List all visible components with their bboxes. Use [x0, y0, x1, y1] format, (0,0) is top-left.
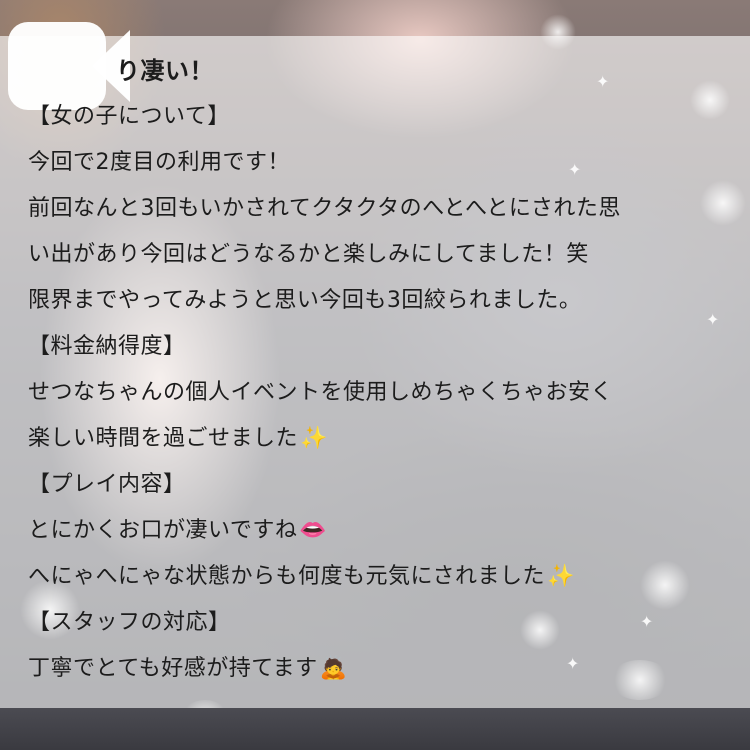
photo-post-screen: ✦ ✦ ✦ ✦ ✦ り凄い！ 【女の子について】 今回で2度目の利用です！ 前回… — [0, 0, 750, 750]
review-line-text: 楽しい時間を過ごせました — [28, 426, 299, 451]
section-heading-play: 【プレイ内容】 — [28, 472, 186, 497]
review-line-with-emoji: へにゃへにゃな状態からも何度も元気にされました✨ — [28, 560, 575, 594]
review-line-with-emoji: とにかくお口が凄いですね👄 — [28, 514, 327, 548]
review-line: 今回で2度目の利用です！ — [28, 150, 290, 175]
review-line: せつなちゃんの個人イベントを使用しめちゃくちゃお安く — [28, 380, 614, 405]
review-line: い出があり今回はどうなるかと楽しみにしてました！笑 — [28, 242, 589, 267]
review-line-with-emoji: 丁寧でとても好感が持てます🙇 — [28, 652, 348, 686]
section-heading-girl: 【女の子について】 — [28, 104, 230, 129]
review-line: 前回なんと3回もいかされてクタクタのへとへとにされた思 — [28, 196, 621, 221]
review-line-with-emoji: 楽しい時間を過ごせました✨ — [28, 422, 328, 456]
review-line-text: 丁寧でとても好感が持てます — [28, 656, 318, 681]
review-line-text: とにかくお口が凄いですね — [28, 518, 298, 543]
person-bowing-icon: 🙇 — [319, 656, 348, 681]
section-heading-staff: 【スタッフの対応】 — [28, 610, 231, 635]
review-line: 限界までやってみようと思い今回も3回絞られました。 — [28, 288, 582, 313]
sparkles-icon: ✨ — [300, 426, 328, 451]
photo-bottom-area — [0, 708, 750, 750]
video-camera-icon — [6, 22, 130, 110]
review-title: り凄い！ — [116, 57, 214, 85]
review-line-text: へにゃへにゃな状態からも何度も元気にされました — [28, 564, 546, 589]
sparkles-icon: ✨ — [547, 564, 575, 589]
lips-icon: 👄 — [299, 518, 328, 543]
section-heading-price: 【料金納得度】 — [28, 334, 186, 359]
